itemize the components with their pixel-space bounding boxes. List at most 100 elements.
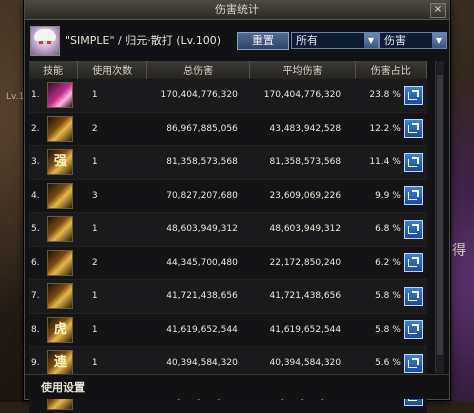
row-pct-unit: % <box>392 123 401 134</box>
row-detail-cell <box>402 245 427 280</box>
header-pct[interactable]: 伤害占比 <box>355 61 428 79</box>
row-uses: 1 <box>77 279 147 313</box>
scope-dropdown-value: 所有 <box>296 34 318 47</box>
table-row[interactable]: 3. 强 1 81,358,573,568 81,358,573,568 11.4 % <box>29 145 427 179</box>
close-button[interactable]: × <box>430 3 446 18</box>
header-total[interactable]: 总伤害 <box>146 61 251 79</box>
external-link-icon[interactable] <box>403 186 423 206</box>
damage-table: 技能 使用次数 总伤害 平均伤害 伤害占比 1. 1 170,404,776,320… <box>29 61 428 413</box>
reset-button[interactable]: 重置 <box>237 32 289 50</box>
damage-stats-window: 伤害统计 × "SIMPLE" / 归元·散打 (Lv.100) 重置 所有 ▼… <box>24 0 450 413</box>
row-pct-unit: % <box>392 90 401 101</box>
external-link-icon[interactable] <box>403 85 423 105</box>
row-pct-value: 5.8 <box>375 324 390 335</box>
row-total: 81,358,573,568 <box>146 145 250 179</box>
table-row[interactable]: 5. 1 48,603,949,312 48,603,949,312 6.8 % <box>29 212 427 246</box>
row-detail-cell <box>402 212 427 246</box>
row-rank: 6. <box>29 245 47 280</box>
table-row[interactable]: 4. 3 70,827,207,680 23,609,069,226 9.9 % <box>29 178 427 213</box>
header-uses[interactable]: 使用次数 <box>77 61 148 79</box>
external-link-icon[interactable] <box>403 253 423 273</box>
row-rank: 8. <box>29 312 47 347</box>
row-pct-unit: % <box>392 358 401 369</box>
row-rank: 1. <box>29 78 47 112</box>
header-skill[interactable]: 技能 <box>29 61 79 79</box>
skill-icon-cell <box>46 111 78 146</box>
external-link-icon[interactable] <box>403 152 423 172</box>
row-pct-value: 11.4 <box>369 157 390 168</box>
row-rank: 5. <box>29 212 47 246</box>
window-titlebar[interactable]: 伤害统计 × <box>25 1 449 20</box>
row-avg: 81,358,573,568 <box>249 145 356 179</box>
skill-icon-cell: 强 <box>46 145 78 179</box>
row-pct: 9.9 % <box>355 178 403 213</box>
row-pct: 5.8 % <box>355 312 403 347</box>
external-link-icon[interactable] <box>403 353 423 373</box>
row-uses: 1 <box>77 312 147 347</box>
table-row[interactable]: 7. 1 41,721,438,656 41,721,438,656 5.8 % <box>29 279 427 313</box>
external-link-icon[interactable] <box>403 286 423 306</box>
row-pct-unit: % <box>392 157 401 168</box>
scope-dropdown[interactable]: 所有 ▼ <box>291 32 379 49</box>
row-pct-unit: % <box>392 257 401 268</box>
table-row[interactable]: 2. 2 86,967,885,056 43,483,942,528 12.2 % <box>29 111 427 146</box>
scrollbar-thumb[interactable] <box>437 75 443 355</box>
skill-icon <box>47 182 74 209</box>
row-pct-unit: % <box>392 190 401 201</box>
skill-icon: 强 <box>47 149 74 176</box>
row-avg: 41,721,438,656 <box>249 279 356 313</box>
row-rank: 2. <box>29 111 47 146</box>
row-avg: 48,603,949,312 <box>249 212 356 246</box>
skill-icon <box>47 82 74 109</box>
row-avg: 41,619,652,544 <box>249 312 356 347</box>
skill-icon: 連 <box>47 350 74 377</box>
external-link-icon[interactable] <box>403 320 423 340</box>
table-scrollbar[interactable] <box>435 61 444 373</box>
row-pct: 6.2 % <box>355 245 403 280</box>
skill-icon-cell: 虎 <box>46 312 78 347</box>
row-total: 70,827,207,680 <box>146 178 250 213</box>
row-pct: 6.8 % <box>355 212 403 246</box>
row-pct-value: 6.8 <box>375 224 390 235</box>
row-total: 48,603,949,312 <box>146 212 250 246</box>
window-footer: 使用设置 <box>25 374 449 399</box>
row-avg: 23,609,069,226 <box>249 178 356 213</box>
row-total: 41,721,438,656 <box>146 279 250 313</box>
skill-icon <box>47 283 74 310</box>
row-rank: 3. <box>29 145 47 179</box>
external-link-icon[interactable] <box>403 219 423 239</box>
row-uses: 1 <box>77 78 147 112</box>
row-avg: 170,404,776,320 <box>249 78 356 112</box>
row-total: 170,404,776,320 <box>146 78 250 112</box>
row-detail-cell <box>402 279 427 313</box>
usage-settings-button[interactable]: 使用设置 <box>41 379 85 395</box>
row-rank: 4. <box>29 178 47 213</box>
table-row[interactable]: 8. 虎 1 41,619,652,544 41,619,652,544 5.8 % <box>29 312 427 347</box>
external-link-icon[interactable] <box>403 119 423 139</box>
table-row[interactable]: 6. 2 44,345,700,480 22,172,850,240 6.2 % <box>29 245 427 280</box>
skill-icon <box>47 216 74 243</box>
background-side-text: 得 <box>452 243 466 259</box>
row-pct-value: 23.8 <box>369 90 390 101</box>
skill-icon-cell <box>46 279 78 313</box>
row-detail-cell <box>402 145 427 179</box>
table-row[interactable]: 1. 1 170,404,776,320 170,404,776,320 23.8 % <box>29 78 427 112</box>
row-uses: 2 <box>77 111 147 146</box>
row-avg: 22,172,850,240 <box>249 245 356 280</box>
chevron-down-icon: ▼ <box>432 33 446 48</box>
row-pct: 11.4 % <box>355 145 403 179</box>
chevron-down-icon: ▼ <box>364 33 378 48</box>
row-detail-cell <box>402 312 427 347</box>
type-dropdown[interactable]: 伤害 ▼ <box>379 32 447 49</box>
portrait-hair <box>34 29 56 41</box>
row-pct-unit: % <box>392 324 401 335</box>
row-pct: 23.8 % <box>355 78 403 112</box>
row-pct: 12.2 % <box>355 111 403 146</box>
row-pct: 5.8 % <box>355 279 403 313</box>
header-avg[interactable]: 平均伤害 <box>249 61 356 79</box>
row-pct-value: 5.8 <box>375 291 390 302</box>
row-uses: 1 <box>77 145 147 179</box>
window-title: 伤害统计 <box>215 3 259 16</box>
character-portrait <box>30 26 60 56</box>
row-detail-cell <box>402 111 427 146</box>
